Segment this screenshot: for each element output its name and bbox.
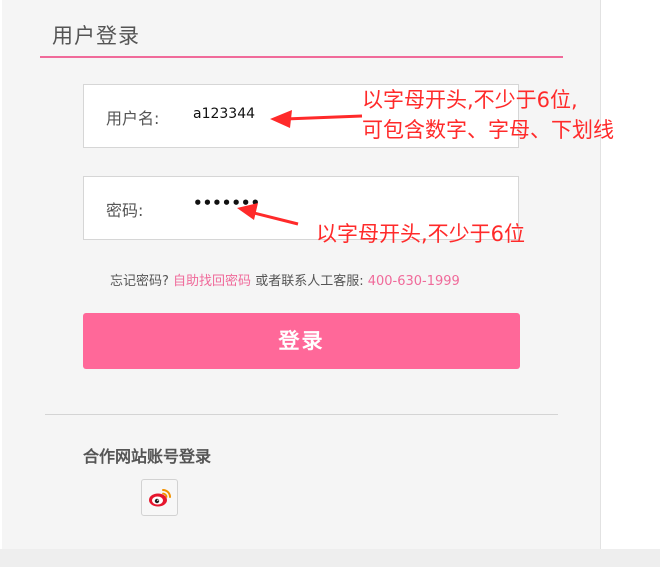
password-rule: 以字母开头,不少于6位 — [316, 222, 526, 246]
username-rule-line2: 可包含数字、字母、下划线 — [362, 118, 614, 142]
username-rule-line1: 以字母开头,不少于6位, — [362, 88, 578, 112]
username-arrow-head — [270, 110, 292, 128]
username-arrow-line — [284, 114, 363, 121]
password-arrow-head — [237, 203, 258, 220]
password-arrow-line — [249, 210, 299, 226]
